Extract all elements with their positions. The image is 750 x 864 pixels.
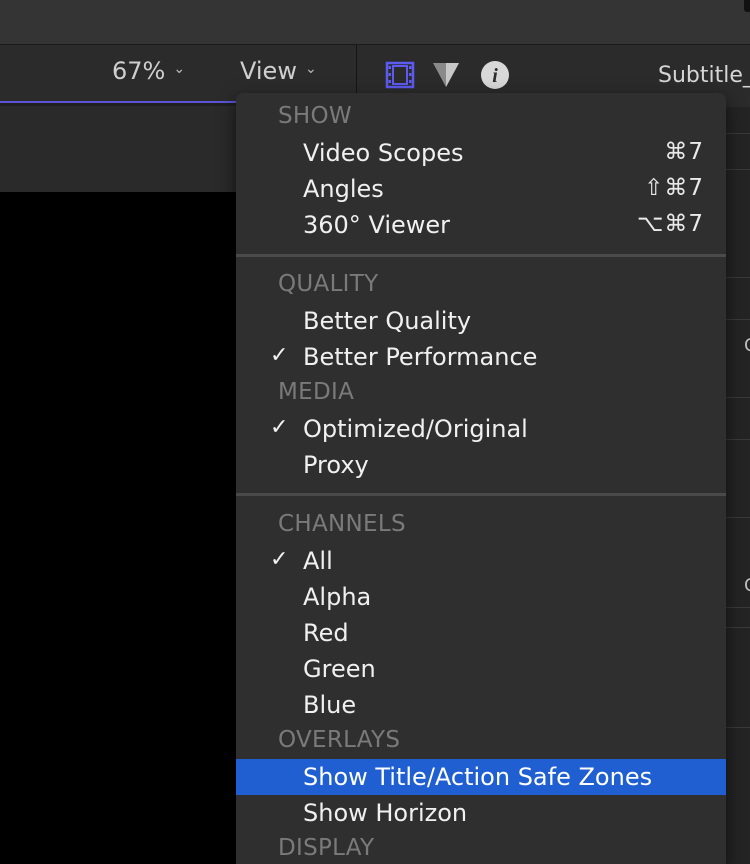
menu-item-green[interactable]: Green [236,651,726,687]
viewer-canvas[interactable] [0,192,236,864]
view-label: View [240,57,297,85]
inspector-title: Subtitle_ [658,63,750,88]
menu-item-label: Red [303,619,349,647]
svg-text:i: i [492,65,498,87]
section-channels: CHANNELS [278,511,406,537]
window-corner [744,0,750,12]
section-display: DISPLAY [278,835,375,861]
shortcut-label: ⌥⌘7 [636,211,704,237]
zoom-value: 67% [112,57,166,85]
menu-item-better-quality[interactable]: Better Quality [236,303,726,339]
menu-item-label: 360° Viewer [303,211,451,239]
inspector-body: C C [726,107,750,864]
inspector-row-line [726,133,750,134]
color-board-icon[interactable] [431,60,461,90]
menu-item-label: Green [303,655,376,683]
menu-item-label: Angles [303,175,384,203]
inspector-row-line [726,517,750,518]
menu-item-label: Show Title/Action Safe Zones [303,763,653,791]
inspector-field-glyph: C [744,335,750,356]
inspector-field-glyph: C [744,575,750,596]
zoom-dropdown[interactable]: 67% ⌄ [112,57,185,85]
section-show: SHOW [278,103,352,129]
menu-item-360-viewer[interactable]: 360° Viewer ⌥⌘7 [236,207,726,243]
inspector-row-line [726,627,750,628]
section-quality: QUALITY [278,271,379,297]
view-menu: SHOW Video Scopes ⌘7 Angles ⇧⌘7 360° Vie… [236,93,726,864]
menu-item-alpha[interactable]: Alpha [236,579,726,615]
menu-item-label: Alpha [303,583,372,611]
menu-separator [236,254,726,257]
section-media: MEDIA [278,379,355,405]
inspector-row-line [726,607,750,608]
chevron-down-icon: ⌄ [173,61,186,77]
info-icon[interactable]: i [480,60,510,90]
menu-item-show-horizon[interactable]: Show Horizon [236,795,726,831]
menu-item-label: Better Quality [303,307,472,335]
inspector-row-line [726,277,750,278]
inspector-row-line [726,169,750,170]
menu-item-optimized-original[interactable]: ✓ Optimized/Original [236,411,726,447]
inspector-row-line [726,727,750,728]
menu-item-label: Optimized/Original [303,415,528,443]
inspector-row-line [726,439,750,440]
menu-item-angles[interactable]: Angles ⇧⌘7 [236,171,726,207]
menu-item-label: Blue [303,691,357,719]
film-strip-icon[interactable] [385,60,415,90]
chevron-down-icon: ⌄ [304,61,317,77]
menu-item-video-scopes[interactable]: Video Scopes ⌘7 [236,135,726,171]
menu-item-label: Show Horizon [303,799,468,827]
menu-item-better-performance[interactable]: ✓ Better Performance [236,339,726,375]
menu-item-label: Better Performance [303,343,538,371]
inspector-row-line [726,319,750,320]
view-menu-button[interactable]: View ⌄ [240,57,317,85]
checkmark-icon: ✓ [270,343,289,368]
inspector-row-line [726,397,750,398]
checkmark-icon: ✓ [270,415,289,440]
menu-separator [236,493,726,496]
top-strip [0,0,750,45]
menu-item-red[interactable]: Red [236,615,726,651]
menu-item-blue[interactable]: Blue [236,687,726,723]
viewer-header-band [0,106,236,192]
checkmark-icon: ✓ [270,547,289,572]
menu-item-label: Proxy [303,451,369,479]
menu-item-all[interactable]: ✓ All [236,543,726,579]
section-overlays: OVERLAYS [278,727,401,753]
menu-item-label: All [303,547,333,575]
menu-item-proxy[interactable]: Proxy [236,447,726,483]
shortcut-label: ⌘7 [664,139,704,165]
menu-item-label: Video Scopes [303,139,464,167]
menu-item-safe-zones[interactable]: Show Title/Action Safe Zones [236,759,726,795]
shortcut-label: ⇧⌘7 [644,175,704,201]
